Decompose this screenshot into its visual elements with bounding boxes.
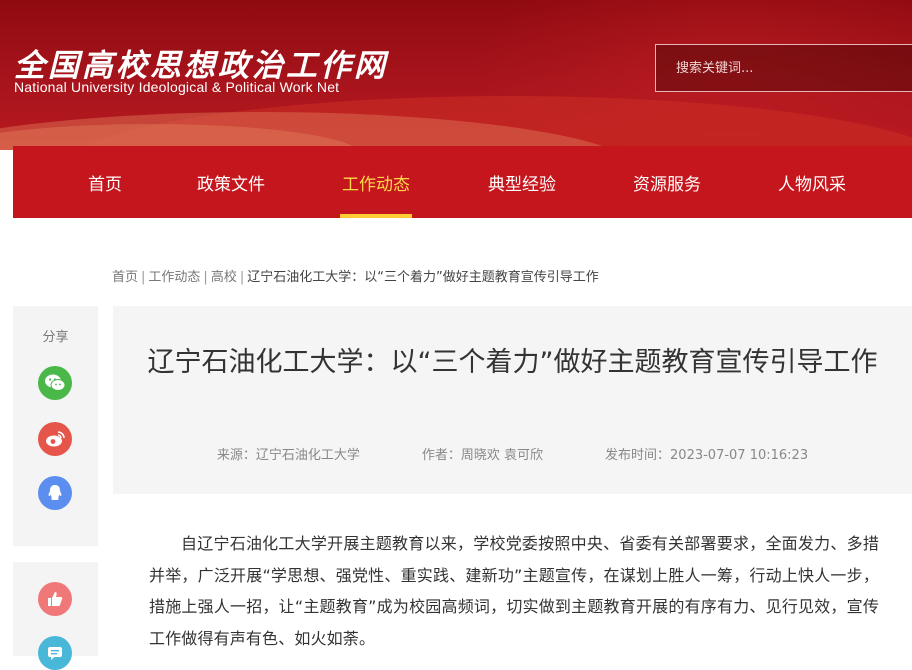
nav-item-policy[interactable]: 政策文件	[195, 146, 267, 218]
action-panel	[13, 562, 98, 670]
article-author: 作者：周晓欢 袁可欣	[421, 448, 544, 463]
breadcrumb-section[interactable]: 工作动态	[148, 270, 200, 285]
article-published-time: 发布时间：2023-07-07 10:16:23	[605, 448, 809, 463]
comment-button[interactable]	[38, 636, 72, 670]
article-title: 辽宁石油化工大学：以“三个着力”做好主题教育宣传引导工作	[147, 347, 878, 378]
nav-item-resources[interactable]: 资源服务	[631, 146, 703, 218]
breadcrumb-separator: |	[239, 270, 245, 285]
article-source: 来源：辽宁石油化工大学	[216, 448, 360, 463]
wechat-share-button[interactable]	[38, 366, 72, 400]
breadcrumb-current: 辽宁石油化工大学：以“三个着力”做好主题教育宣传引导工作	[247, 270, 599, 285]
weibo-icon	[46, 431, 65, 447]
site-logo-english[interactable]: National University Ideological & Politi…	[14, 79, 339, 95]
breadcrumb-separator: |	[141, 270, 146, 285]
nav-item-home[interactable]: 首页	[86, 146, 124, 218]
share-label: 分享	[42, 330, 69, 345]
share-panel: 分享	[13, 306, 98, 546]
comment-icon	[48, 647, 62, 660]
wechat-icon	[45, 374, 66, 391]
search-box	[655, 44, 912, 92]
nav-item-experience[interactable]: 典型经验	[486, 146, 558, 218]
qq-share-button[interactable]	[38, 476, 72, 510]
search-input[interactable]	[656, 45, 912, 91]
like-button[interactable]	[38, 582, 72, 616]
qq-icon	[48, 485, 62, 500]
weibo-share-button[interactable]	[38, 422, 72, 456]
breadcrumb-category[interactable]: 高校	[211, 270, 237, 285]
thumbs-up-icon	[48, 592, 63, 606]
article-paragraph: 自辽宁石油化工大学开展主题教育以来，学校党委按照中央、省委有关部署要求，全面发力…	[149, 534, 879, 648]
nav-item-work-news[interactable]: 工作动态	[340, 146, 412, 218]
nav-item-people[interactable]: 人物风采	[776, 146, 848, 218]
breadcrumb: 首页 | 工作动态 | 高校 | 辽宁石油化工大学：以“三个着力”做好主题教育宣传引导工作	[112, 266, 599, 285]
article-header: 辽宁石油化工大学：以“三个着力”做好主题教育宣传引导工作 来源：辽宁石油化工大学…	[113, 306, 912, 494]
site-header: 全国高校思想政治工作网 National University Ideologi…	[0, 0, 912, 150]
main-nav: 首页 政策文件 工作动态 典型经验 资源服务 人物风采	[13, 146, 912, 218]
article-meta: 来源：辽宁石油化工大学 作者：周晓欢 袁可欣 发布时间：2023-07-07 1…	[113, 444, 912, 463]
breadcrumb-home[interactable]: 首页	[112, 270, 138, 285]
breadcrumb-separator: |	[203, 270, 208, 285]
